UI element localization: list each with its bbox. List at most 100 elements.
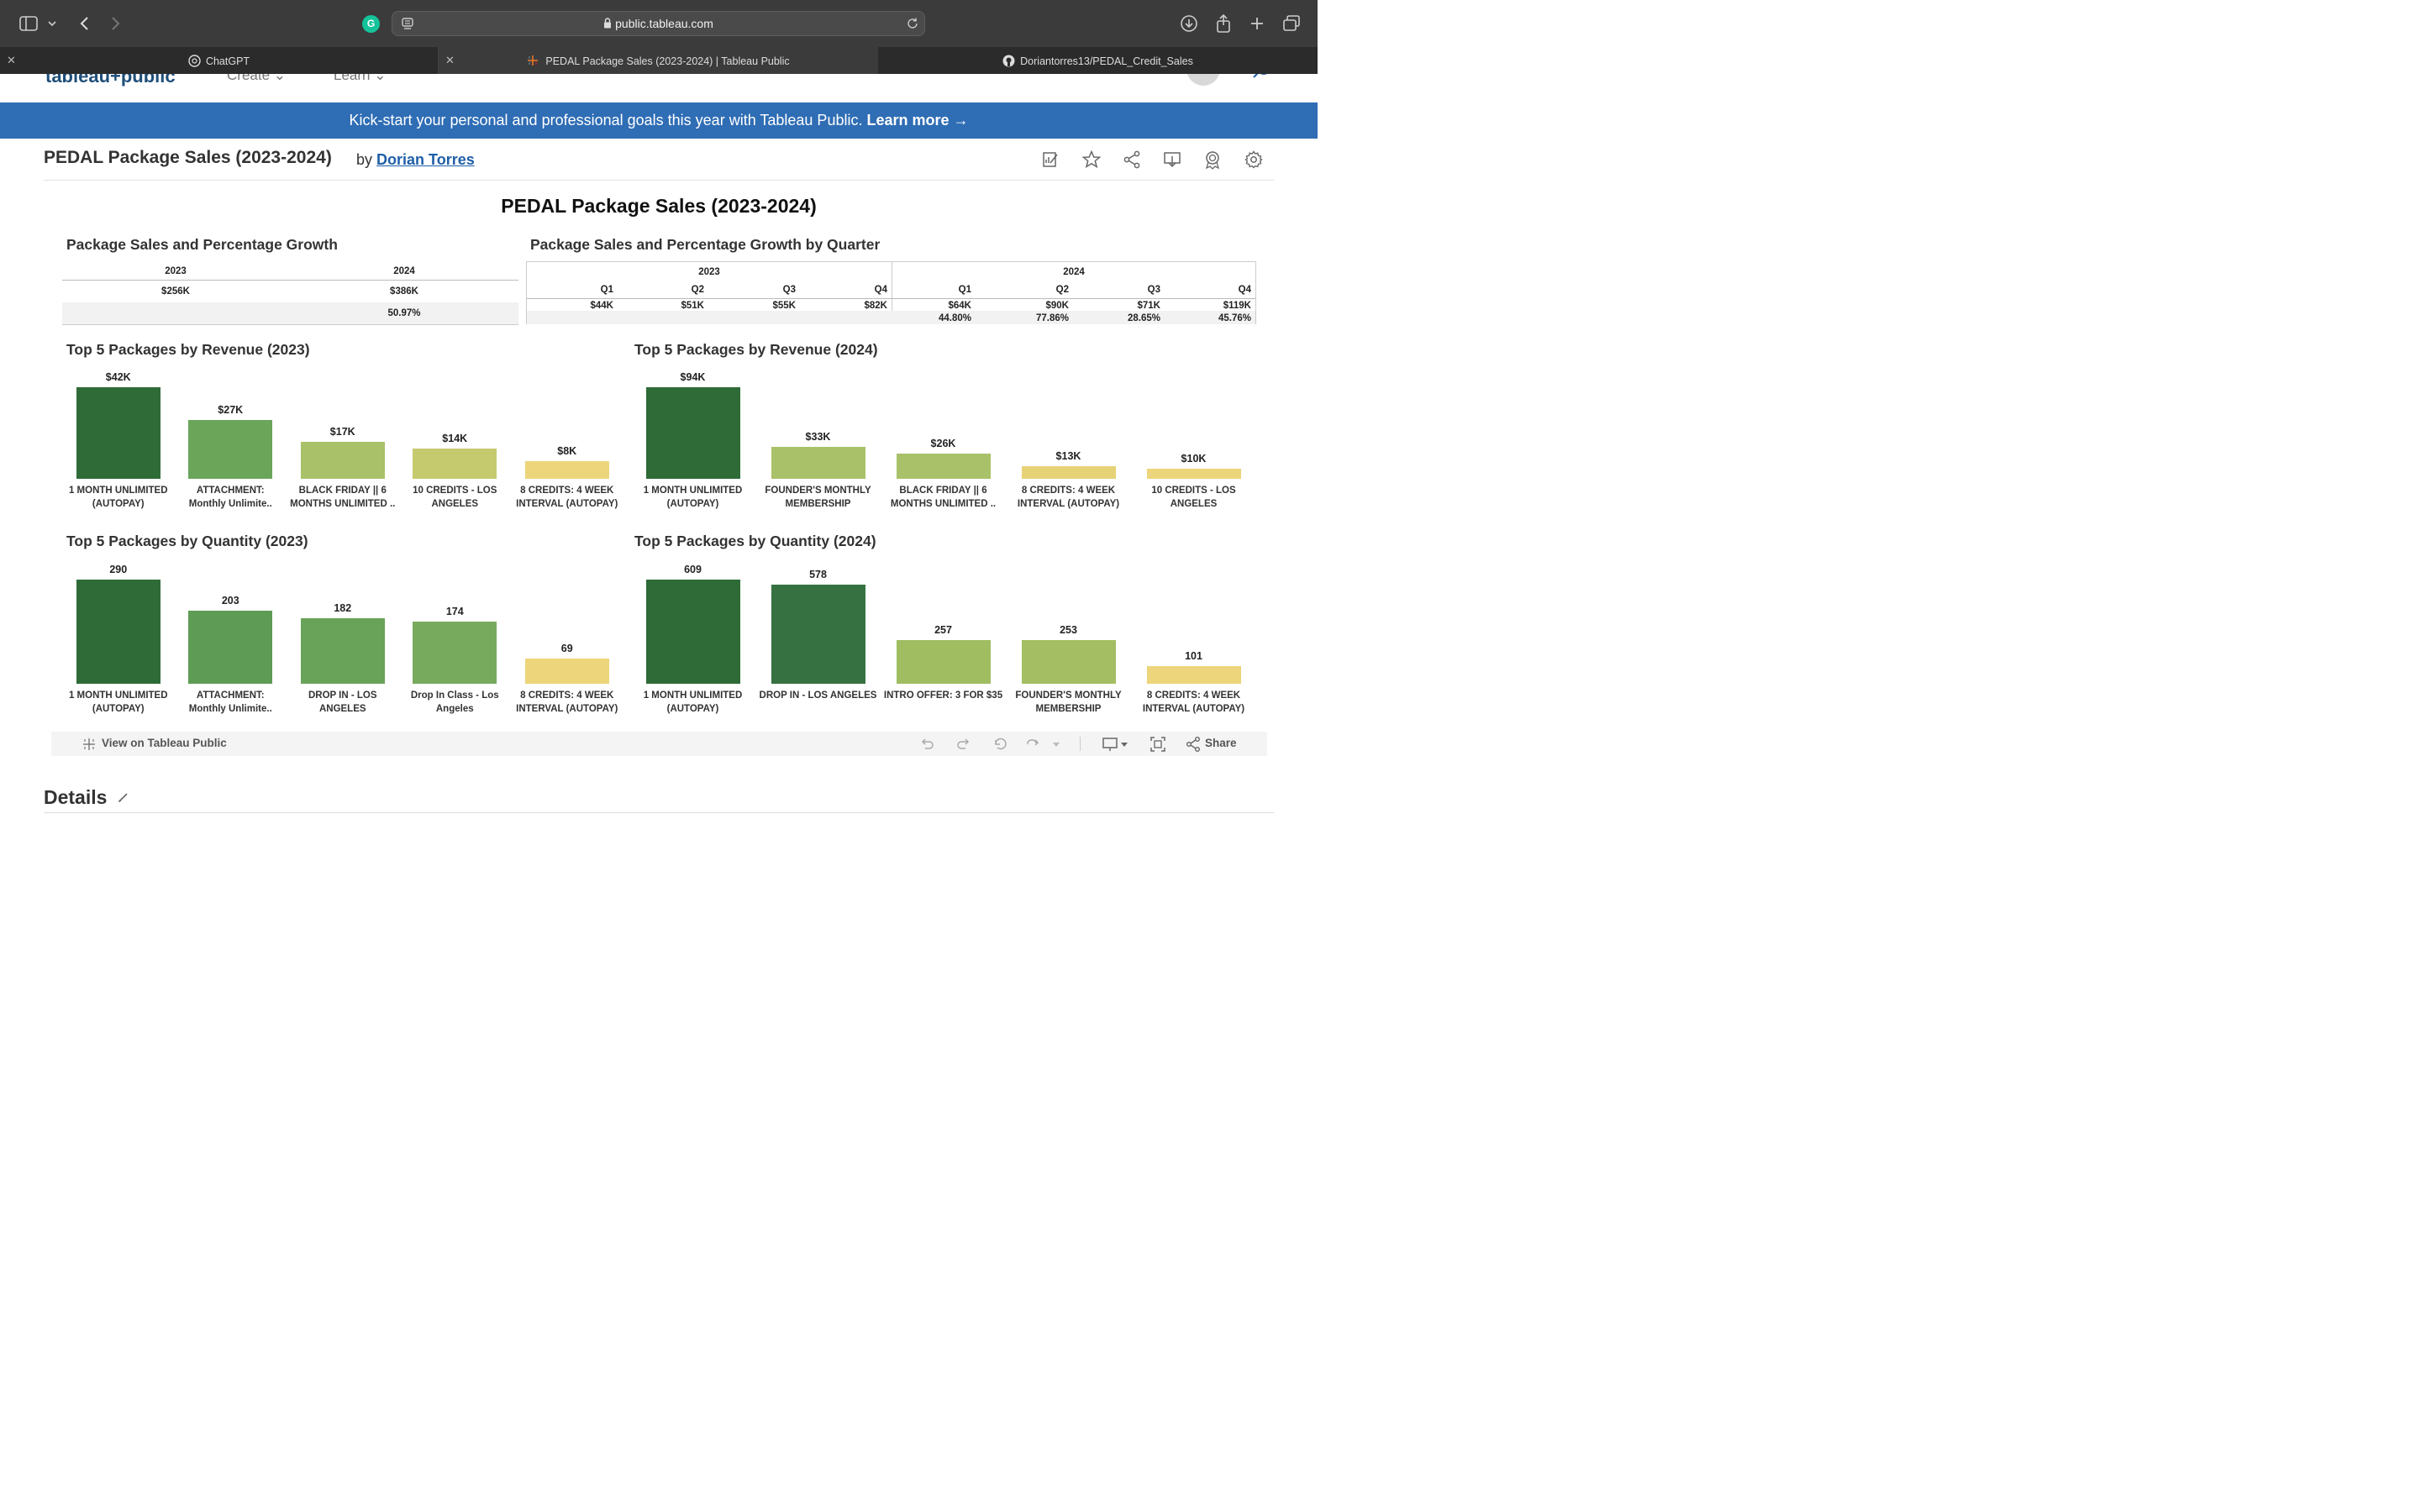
- quarter-sales: $64K: [948, 301, 972, 311]
- comment-icon[interactable]: [1102, 736, 1128, 753]
- openai-icon: [188, 55, 201, 70]
- bar-value-label: $42K: [105, 371, 131, 383]
- share-page-icon[interactable]: [1212, 12, 1235, 35]
- tableau-public-logo[interactable]: tableau+public: [45, 74, 176, 87]
- nav-create[interactable]: Create ⌄: [227, 74, 286, 84]
- bar-value-label: $33K: [805, 430, 831, 443]
- quarter-growth: 45.76%: [1218, 313, 1251, 323]
- chart-bar[interactable]: [645, 580, 740, 684]
- badge-icon[interactable]: [1202, 150, 1224, 171]
- chart-bar[interactable]: [1021, 640, 1116, 684]
- sidebar-toggle-icon[interactable]: [17, 12, 40, 35]
- revert-icon[interactable]: [992, 736, 1008, 753]
- quarter-growth: 44.80%: [938, 313, 971, 323]
- tab-github[interactable]: Doriantorres13/PEDAL_Credit_Sales: [878, 47, 1318, 74]
- category-label: 1 MONTH UNLIMITED (AUTOPAY): [68, 690, 168, 714]
- table-header-2024: 2024: [393, 266, 415, 276]
- bar-value-label: 257: [934, 623, 952, 636]
- chart-bar[interactable]: [524, 659, 609, 684]
- bar-value-label: $27K: [218, 403, 244, 416]
- share-icon[interactable]: [1122, 150, 1144, 171]
- by-label: by: [356, 151, 373, 168]
- quarter-growth: 28.65%: [1127, 313, 1160, 323]
- reload-icon[interactable]: [906, 17, 919, 30]
- chart-bar[interactable]: [413, 448, 497, 479]
- bar-value-label: $26K: [930, 437, 956, 449]
- chart-bar[interactable]: [300, 441, 385, 479]
- category-label: 8 CREDITS: 4 WEEK INTERVAL (AUTOPAY): [516, 690, 618, 714]
- chevron-down-icon[interactable]: [1051, 738, 1068, 755]
- share-button[interactable]: Share: [1205, 737, 1237, 749]
- chart-bar[interactable]: [1146, 469, 1241, 479]
- chart-bar[interactable]: [300, 618, 385, 684]
- chart-bar[interactable]: [645, 387, 740, 479]
- chart-bar[interactable]: [524, 461, 609, 479]
- chart-bar[interactable]: [413, 621, 497, 684]
- quarter-header: Q2: [1055, 285, 1069, 295]
- chart-bar[interactable]: [896, 639, 991, 684]
- url-text: public.tableau.com: [392, 17, 924, 31]
- quarter-header: Q4: [1238, 285, 1251, 295]
- back-icon[interactable]: [72, 12, 96, 35]
- fullscreen-icon[interactable]: [1150, 736, 1166, 753]
- viz-author: by Dorian Torres: [356, 151, 475, 169]
- chart-title-revenue-2024: Top 5 Packages by Revenue (2024): [634, 341, 878, 358]
- grammarly-extension-icon[interactable]: G: [362, 15, 380, 33]
- quarter-sales: $71K: [1137, 301, 1161, 311]
- address-bar[interactable]: public.tableau.com: [392, 11, 925, 36]
- tab-chatgpt[interactable]: ✕ ChatGPT: [0, 47, 439, 74]
- tab-label: PEDAL Package Sales (2023-2024) | Tablea…: [439, 55, 878, 69]
- undo-icon[interactable]: [918, 736, 935, 753]
- edit-viz-icon[interactable]: [1041, 150, 1063, 171]
- author-link[interactable]: Dorian Torres: [376, 151, 475, 168]
- table-header-2024: 2024: [1063, 267, 1085, 277]
- category-label: 10 CREDITS - LOS ANGELES: [413, 486, 497, 509]
- tab-overview-icon[interactable]: [1280, 12, 1303, 35]
- redo-icon[interactable]: [955, 736, 972, 753]
- search-icon[interactable]: [1252, 74, 1274, 86]
- view-on-tableau-link[interactable]: View on Tableau Public: [102, 737, 227, 749]
- chart-bar[interactable]: [188, 611, 273, 684]
- viz-header: PEDAL Package Sales (2023-2024) by Doria…: [44, 144, 1274, 181]
- favorite-star-icon[interactable]: [1081, 150, 1103, 171]
- toolbar-divider: [1080, 737, 1081, 751]
- quarterly-growth-table: 2023 2024 Q1 $44K Q2 $51K Q3 $55K Q4 $82K Q1 $64K…: [526, 261, 1256, 324]
- chart-bar[interactable]: [771, 446, 865, 479]
- tab-title: ChatGPT: [205, 55, 250, 67]
- downloads-icon[interactable]: [1177, 12, 1201, 35]
- chart-bar[interactable]: [76, 580, 160, 684]
- category-label: DROP IN - LOS ANGELES: [308, 690, 377, 714]
- category-label: 1 MONTH UNLIMITED (AUTOPAY): [643, 486, 743, 509]
- nav-create-label: Create: [227, 74, 271, 83]
- refresh-icon[interactable]: [1024, 736, 1041, 753]
- settings-gear-icon[interactable]: [1244, 150, 1265, 171]
- nav-learn[interactable]: Learn ⌄: [334, 74, 386, 84]
- avatar[interactable]: [1186, 74, 1220, 86]
- download-icon[interactable]: [1162, 150, 1184, 171]
- chart-bar[interactable]: [76, 387, 160, 479]
- category-label: ATTACHMENT: Monthly Unlimite..: [188, 486, 272, 509]
- chart-bar[interactable]: [1146, 666, 1241, 684]
- category-label: 8 CREDITS: 4 WEEK INTERVAL (AUTOPAY): [516, 486, 618, 509]
- sales-2024: $386K: [390, 286, 418, 297]
- quarter-growth: 77.86%: [1035, 313, 1069, 323]
- bar-value-label: $94K: [680, 371, 706, 383]
- chevron-down-icon[interactable]: [42, 12, 62, 35]
- site-nav: tableau+public Create ⌄ Learn ⌄: [0, 74, 1318, 102]
- growth-2024: 50.97%: [387, 308, 421, 318]
- chart-bar[interactable]: [771, 585, 865, 684]
- quarter-header: Q4: [874, 285, 887, 295]
- tab-tableau[interactable]: ✕ PEDAL Package Sales (2023-2024) | Tabl…: [439, 47, 878, 74]
- new-tab-icon[interactable]: [1245, 12, 1269, 35]
- chart-bar[interactable]: [188, 419, 273, 479]
- share-icon[interactable]: [1185, 736, 1202, 753]
- bar-value-label: $13K: [1055, 449, 1081, 462]
- banner-learn-more-link[interactable]: Learn more →: [866, 112, 968, 129]
- quarter-header: Q3: [1147, 285, 1160, 295]
- forward-icon[interactable]: [104, 12, 128, 35]
- chart-bar[interactable]: [896, 453, 991, 479]
- chart-bar[interactable]: [1021, 465, 1116, 479]
- promo-banner: Kick-start your personal and professiona…: [0, 102, 1318, 139]
- github-icon: [1002, 55, 1015, 70]
- edit-pencil-icon[interactable]: [118, 785, 129, 808]
